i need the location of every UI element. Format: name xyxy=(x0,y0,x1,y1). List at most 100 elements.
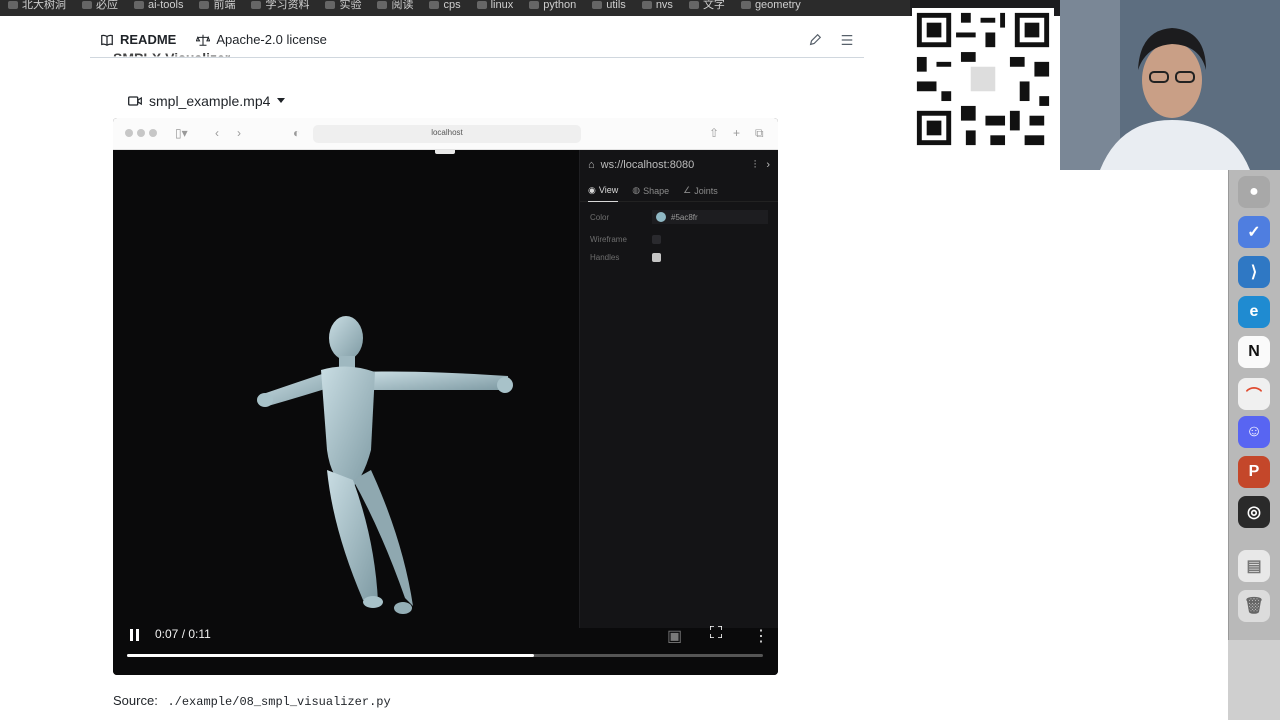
pinduoduo-icon[interactable]: ⌒ xyxy=(1238,378,1270,410)
folder-icon xyxy=(325,1,336,9)
pause-icon[interactable] xyxy=(125,625,145,645)
bookmarks-bar: 北大树洞 必应 ai-tools 前端 学习资料 实验 阅读 cps linux… xyxy=(0,0,910,16)
bookmark-item[interactable]: 文字 xyxy=(681,0,733,13)
handles-label: Handles xyxy=(590,252,620,262)
time-display: 0:07 / 0:11 xyxy=(155,627,211,641)
progress-bar[interactable] xyxy=(127,654,763,657)
folder-icon xyxy=(377,1,388,9)
wechat-icon[interactable]: ● xyxy=(1238,176,1270,208)
folder-icon xyxy=(429,1,440,9)
tabs-overview-icon: ⧉ xyxy=(755,126,764,140)
sidebar-icon: ▯▾ xyxy=(175,126,188,140)
bookmark-item[interactable]: nvs xyxy=(634,0,681,13)
qr-code xyxy=(912,8,1054,150)
video-camera-icon xyxy=(128,96,142,106)
progress-fill xyxy=(127,654,535,657)
file-icon[interactable]: ▤ xyxy=(1238,550,1270,582)
wireframe-checkbox xyxy=(652,234,661,244)
tab-joints: ∠ Joints xyxy=(683,185,718,196)
folder-icon xyxy=(134,1,144,9)
folder-icon xyxy=(82,1,92,9)
folder-icon xyxy=(740,1,751,9)
trash-icon[interactable]: 🗑 xyxy=(1238,590,1270,622)
readme-tabs: README Apache-2.0 license xyxy=(90,22,864,58)
url-text: localhost xyxy=(431,128,463,137)
bookmark-item[interactable]: geometry xyxy=(733,0,809,13)
new-tab-icon: + xyxy=(733,126,741,140)
bookmark-item[interactable]: 阅读 xyxy=(369,0,421,13)
video-browser-toolbar: ▯▾ ‹ › ◐ localhost ⇧ + ⧉ xyxy=(113,118,778,150)
folder-icon xyxy=(251,1,262,9)
obs-icon[interactable]: ◎ xyxy=(1238,496,1270,528)
app-dock: ● ✓ ⟩ e N ⌒ ☺ P ◎ ▤ 🗑 xyxy=(1228,170,1280,640)
color-label: Color xyxy=(590,212,610,222)
bookmark-item[interactable]: linux xyxy=(469,0,522,13)
video-player[interactable]: ▯▾ ‹ › ◐ localhost ⇧ + ⧉ ⌂ ws://localhos… xyxy=(113,118,778,675)
folder-icon xyxy=(529,1,540,9)
webcam-overlay xyxy=(1060,0,1280,170)
bookmark-item[interactable]: ai-tools xyxy=(126,0,191,13)
notion-icon[interactable]: N xyxy=(1238,336,1270,368)
scale-icon xyxy=(196,34,211,46)
handles-checkbox xyxy=(652,252,661,262)
sliders-icon: ⫶ xyxy=(753,158,757,171)
bookmark-item[interactable]: 前端 xyxy=(191,0,243,13)
source-line: Source: ./example/08_smpl_visualizer.py xyxy=(113,693,391,709)
book-icon xyxy=(101,34,113,46)
back-icon: ‹ xyxy=(215,126,219,140)
tab-license[interactable]: Apache-2.0 license xyxy=(186,32,337,47)
share-icon: ⇧ xyxy=(709,126,720,140)
window-controls xyxy=(125,129,157,137)
tab-license-label: Apache-2.0 license xyxy=(216,32,327,47)
smpl-body-figure xyxy=(257,136,513,614)
bookmark-item[interactable]: 北大树洞 xyxy=(0,0,74,13)
discord-icon[interactable]: ☺ xyxy=(1238,416,1270,448)
powerpoint-icon[interactable]: P xyxy=(1238,456,1270,488)
bookmark-item[interactable]: cps xyxy=(421,0,468,13)
tab-readme[interactable]: README xyxy=(90,32,186,47)
connection-icon: ⌂ xyxy=(588,159,595,171)
tab-view: ◉ View xyxy=(588,180,619,202)
edit-pencil-icon[interactable] xyxy=(808,33,822,47)
folder-icon xyxy=(199,1,210,9)
folder-icon xyxy=(592,1,603,9)
panel-header: ⌂ ws://localhost:8080 ⫶ › xyxy=(580,150,778,180)
picture-in-picture-icon[interactable]: ▣ xyxy=(667,626,682,646)
wireframe-label: Wireframe xyxy=(590,234,627,244)
desktop-background xyxy=(1228,640,1280,720)
shield-icon: ◐ xyxy=(293,126,301,140)
video-filename-label: smpl_example.mp4 xyxy=(149,93,271,109)
panel-tabs: ◉ View ◍ Shape ∠ Joints xyxy=(580,180,778,202)
chevron-down-icon xyxy=(277,98,286,103)
more-options-icon[interactable]: ⋮ xyxy=(753,626,769,646)
chevron-right-icon: › xyxy=(766,158,770,171)
video-controls: 0:07 / 0:11 ▣ ⋮ xyxy=(113,618,778,675)
source-label: Source: xyxy=(113,693,158,708)
color-row: Color #5ac8fr xyxy=(580,208,778,226)
bookmark-item[interactable]: 学习资料 xyxy=(243,0,317,13)
forward-icon: › xyxy=(237,126,241,140)
vscode-icon[interactable]: ⟩ xyxy=(1238,256,1270,288)
bookmark-item[interactable]: utils xyxy=(584,0,634,13)
bookmark-item[interactable]: python xyxy=(521,0,584,13)
color-swatch xyxy=(656,212,666,222)
handles-row: Handles xyxy=(580,248,778,266)
server-address: ws://localhost:8080 xyxy=(600,159,695,171)
outline-list-icon[interactable] xyxy=(840,33,854,47)
bookmark-item[interactable]: 实验 xyxy=(317,0,369,13)
ticktick-icon[interactable]: ✓ xyxy=(1238,216,1270,248)
url-bar: localhost xyxy=(313,125,581,143)
video-filename[interactable]: smpl_example.mp4 xyxy=(128,93,286,109)
edge-icon[interactable]: e xyxy=(1238,296,1270,328)
viser-control-panel: ⌂ ws://localhost:8080 ⫶ › ◉ View ◍ Shape… xyxy=(579,150,778,628)
tab-shape: ◍ Shape xyxy=(632,185,670,196)
folder-icon xyxy=(476,1,487,9)
color-value-field: #5ac8fr xyxy=(652,210,768,224)
bookmark-item[interactable]: 必应 xyxy=(74,0,126,13)
tab-readme-label: README xyxy=(120,32,177,47)
wireframe-row: Wireframe xyxy=(580,230,778,248)
folder-icon xyxy=(641,1,652,9)
color-value: #5ac8fr xyxy=(671,212,698,222)
source-path: ./example/08_smpl_visualizer.py xyxy=(167,695,391,709)
fullscreen-icon[interactable] xyxy=(710,626,722,638)
